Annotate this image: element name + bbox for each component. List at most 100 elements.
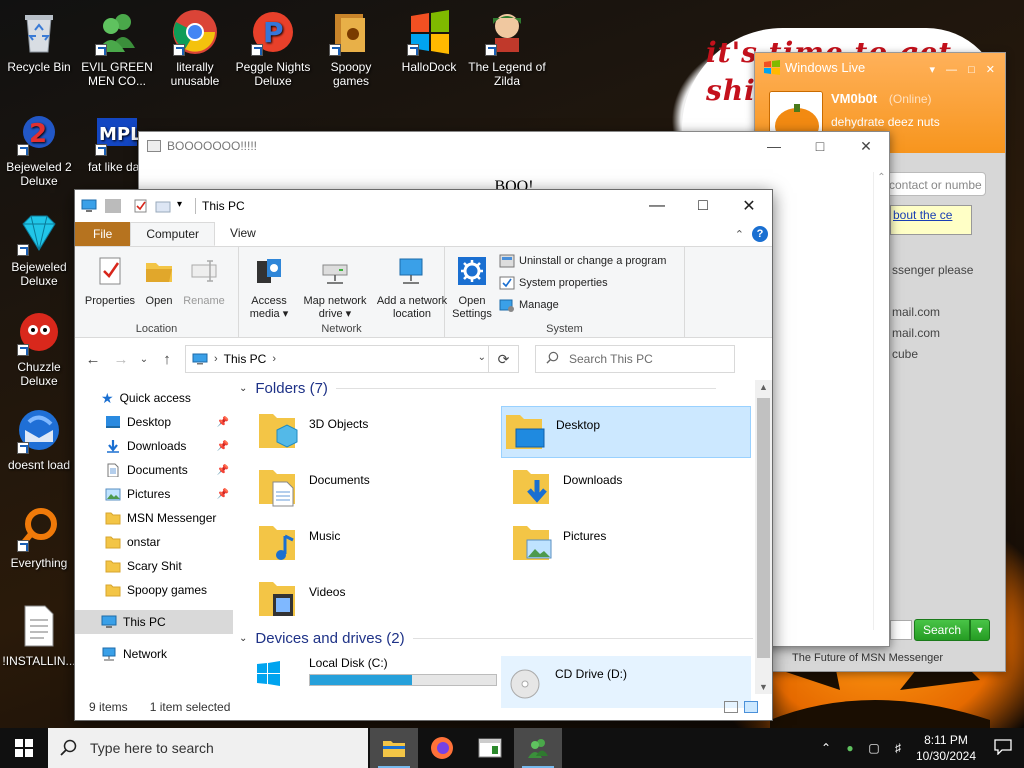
open-settings-button[interactable]: Open Settings bbox=[449, 255, 495, 321]
search-input[interactable]: Search This PC bbox=[569, 352, 653, 366]
desktop-icon-recycle-bin[interactable]: Recycle Bin bbox=[0, 8, 78, 74]
folder-tile-downloads[interactable]: Downloads bbox=[509, 462, 759, 514]
recent-locations-dropdown[interactable]: ⌄ bbox=[139, 354, 149, 365]
pin-icon[interactable]: 📌 bbox=[217, 465, 229, 476]
pin-icon[interactable]: 📌 bbox=[217, 441, 229, 452]
network-icon[interactable]: ▢ bbox=[862, 741, 886, 755]
folder-tile-documents[interactable]: Documents bbox=[255, 462, 505, 514]
folder-tile-pictures[interactable]: Pictures bbox=[509, 518, 759, 570]
minimize-button[interactable]: — bbox=[751, 132, 797, 160]
details-view-icon[interactable] bbox=[724, 701, 738, 713]
folder-tile-3d-objects[interactable]: 3D Objects bbox=[255, 406, 505, 458]
add-network-location-button[interactable]: Add a network location bbox=[373, 255, 451, 321]
desktop-icon-peggle[interactable]: P Peggle Nights Deluxe bbox=[234, 8, 312, 88]
desktop-icon-installing[interactable]: !INSTALLIN... bbox=[0, 602, 78, 668]
desktop-icon-bejeweled-2[interactable]: 2 Bejeweled 2 Deluxe bbox=[0, 108, 78, 188]
desktop-icon-chuzzle[interactable]: Chuzzle Deluxe bbox=[0, 308, 78, 388]
explorer-titlebar[interactable]: ▾ This PC — □ ✕ bbox=[75, 190, 772, 222]
taskbar-app-firefox[interactable] bbox=[418, 728, 466, 768]
taskbar-search-box[interactable]: Type here to search bbox=[48, 728, 368, 768]
desktop-icon-evil-green-men[interactable]: EVIL GREEN MEN CO... bbox=[78, 8, 156, 88]
sidebar-item-msn-messenger[interactable]: MSN Messenger bbox=[75, 506, 233, 530]
msn-contact-row[interactable]: mail.com bbox=[892, 305, 940, 319]
open-button[interactable]: Open bbox=[141, 255, 177, 308]
minimize-button[interactable]: — bbox=[634, 190, 680, 222]
pin-icon[interactable]: 📌 bbox=[217, 489, 229, 500]
refresh-button[interactable]: ⟳ bbox=[488, 346, 518, 372]
tab-file[interactable]: File bbox=[75, 222, 131, 246]
section-header-devices[interactable]: ⌄ Devices and drives (2) bbox=[239, 630, 753, 647]
taskbar-app-window[interactable] bbox=[466, 728, 514, 768]
address-dropdown-icon[interactable]: ⌄ bbox=[478, 352, 486, 363]
back-button[interactable]: ← bbox=[83, 351, 103, 368]
pin-icon[interactable]: 📌 bbox=[217, 417, 229, 428]
address-bar[interactable]: › This PC › ⌄ ⟳ bbox=[185, 345, 519, 373]
properties-button[interactable]: Properties bbox=[81, 255, 139, 308]
volume-icon[interactable]: ♯ bbox=[886, 741, 910, 755]
tiles-view-icon[interactable] bbox=[744, 701, 758, 713]
vertical-scrollbar[interactable]: ▲ ▼ bbox=[755, 380, 772, 694]
msn-username[interactable]: VM0b0t (Online) bbox=[831, 91, 932, 106]
sidebar-item-scary-shit[interactable]: Scary Shit bbox=[75, 554, 233, 578]
msn-contact-row[interactable]: mail.com bbox=[892, 326, 940, 340]
close-button[interactable]: ✕ bbox=[726, 190, 772, 222]
customize-qa-dropdown-icon[interactable]: ▾ bbox=[177, 199, 187, 213]
help-icon[interactable]: ? bbox=[752, 226, 768, 242]
uninstall-program-button[interactable]: Uninstall or change a program bbox=[499, 253, 666, 269]
msn-window-controls[interactable]: ▾ — □ ✕ bbox=[929, 63, 999, 76]
search-box[interactable]: Search This PC bbox=[535, 345, 735, 373]
taskbar-search-input[interactable]: Type here to search bbox=[90, 740, 214, 756]
maximize-button[interactable]: □ bbox=[680, 190, 726, 222]
sidebar-item-quick-access[interactable]: ★ Quick access bbox=[75, 386, 233, 410]
up-button[interactable]: ↑ bbox=[157, 351, 177, 368]
desktop-icon-legend-of-zilda[interactable]: The Legend of Zilda bbox=[468, 8, 546, 88]
desktop-icon-hallodock[interactable]: HalloDock bbox=[390, 8, 468, 74]
scroll-up-icon[interactable]: ▲ bbox=[755, 382, 772, 392]
msn-web-search-input[interactable] bbox=[890, 620, 912, 640]
sidebar-item-pictures[interactable]: Pictures 📌 bbox=[75, 482, 233, 506]
folder-tile-videos[interactable]: Videos bbox=[255, 574, 505, 626]
chevron-down-icon[interactable]: ⌄ bbox=[239, 383, 247, 394]
notification-center-icon[interactable] bbox=[982, 738, 1024, 758]
file-explorer-window[interactable]: ▾ This PC — □ ✕ File Computer View ⌃ ? P… bbox=[74, 189, 773, 721]
rename-button[interactable]: Rename bbox=[179, 255, 229, 308]
forward-button[interactable]: → bbox=[111, 351, 131, 368]
sidebar-item-onstar[interactable]: onstar bbox=[75, 530, 233, 554]
boo-scrollbar[interactable]: ⌃ bbox=[873, 172, 889, 630]
show-hidden-icons-icon[interactable]: ⌃ bbox=[814, 741, 838, 755]
scroll-down-icon[interactable]: ▼ bbox=[755, 682, 772, 692]
desktop-icon-spoopy-games[interactable]: Spoopy games bbox=[312, 8, 390, 88]
breadcrumb-chevron-icon[interactable]: › bbox=[272, 353, 276, 365]
system-properties-button[interactable]: System properties bbox=[499, 275, 608, 291]
properties-qa-icon[interactable] bbox=[133, 199, 149, 213]
tab-view[interactable]: View bbox=[215, 222, 271, 246]
sidebar-item-downloads[interactable]: Downloads 📌 bbox=[75, 434, 233, 458]
start-button[interactable] bbox=[0, 728, 48, 768]
close-button[interactable]: ✕ bbox=[843, 132, 889, 160]
sidebar-item-network[interactable]: Network bbox=[75, 642, 233, 666]
taskbar-app-file-explorer[interactable] bbox=[370, 728, 418, 768]
msn-tip-link[interactable]: bout the ce bbox=[890, 205, 972, 235]
new-folder-qa-icon[interactable] bbox=[155, 199, 171, 213]
chevron-down-icon[interactable]: ⌄ bbox=[239, 633, 247, 644]
scrollbar-thumb[interactable] bbox=[757, 398, 770, 658]
taskbar-app-msn-messenger[interactable] bbox=[514, 728, 562, 768]
maximize-button[interactable]: □ bbox=[797, 132, 843, 160]
tab-computer[interactable]: Computer bbox=[130, 222, 216, 246]
taskbar-clock[interactable]: 8:11 PM 10/30/2024 bbox=[910, 732, 982, 764]
manage-button[interactable]: Manage bbox=[499, 297, 559, 313]
msn-tray-icon[interactable]: ● bbox=[838, 741, 862, 755]
sidebar-item-this-pc[interactable]: This PC bbox=[75, 610, 233, 634]
boo-titlebar[interactable]: BOOOOOOO!!!!! — □ ✕ bbox=[139, 132, 889, 160]
collapse-ribbon-icon[interactable]: ⌃ bbox=[735, 228, 744, 241]
map-network-drive-button[interactable]: Map network drive ▾ bbox=[297, 255, 373, 321]
breadcrumb[interactable]: This PC bbox=[224, 352, 267, 366]
breadcrumb-chevron-icon[interactable]: › bbox=[214, 353, 218, 365]
sidebar-item-spoopy-games[interactable]: Spoopy games bbox=[75, 578, 233, 602]
folder-tile-music[interactable]: Music bbox=[255, 518, 505, 570]
desktop-icon-bejeweled[interactable]: Bejeweled Deluxe bbox=[0, 208, 78, 288]
sidebar-item-documents[interactable]: Documents 📌 bbox=[75, 458, 233, 482]
sidebar-item-desktop[interactable]: Desktop 📌 bbox=[75, 410, 233, 434]
desktop-icon-doesnt-load[interactable]: doesnt load bbox=[0, 406, 78, 472]
folder-tile-desktop[interactable]: Desktop bbox=[501, 406, 751, 458]
